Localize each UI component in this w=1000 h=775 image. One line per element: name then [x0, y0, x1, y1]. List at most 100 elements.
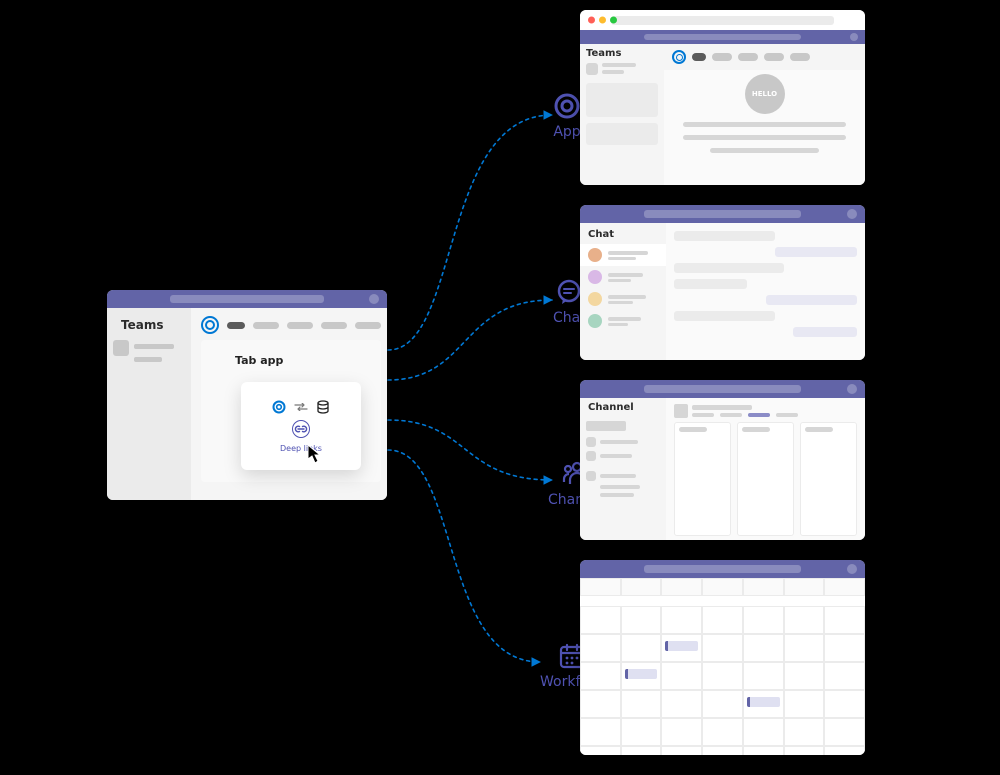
chat-row [580, 288, 666, 310]
calendar-cell [661, 718, 702, 746]
placeholder-line [134, 357, 162, 362]
calendar-cell [580, 662, 621, 690]
database-icon [316, 400, 330, 414]
calendar-cell [824, 634, 865, 662]
main-pane: Tab app [191, 308, 387, 500]
placeholder-square [586, 437, 596, 447]
channel-avatar [674, 404, 688, 418]
deep-links-card: Deep links [241, 382, 361, 470]
tab-placeholder [253, 322, 279, 329]
calendar-cell [621, 662, 662, 690]
calendar-header-cell [743, 578, 784, 596]
placeholder-pill [586, 421, 626, 431]
browser-titlebar [580, 10, 865, 30]
calendar-header-cell [702, 578, 743, 596]
connector-to-channel [388, 420, 552, 480]
placeholder-line [608, 323, 628, 326]
calendar-cell [702, 606, 743, 634]
placeholder-line [608, 301, 633, 304]
calendar-cell [702, 634, 743, 662]
calendar-cell [784, 634, 825, 662]
tab-strip [191, 308, 387, 338]
board-column [737, 422, 794, 536]
search-placeholder [170, 295, 324, 303]
panel-title: Tab app [201, 340, 381, 367]
calendar-cell [824, 662, 865, 690]
placeholder-block [586, 83, 658, 117]
tab-active [227, 322, 245, 329]
placeholder-line [600, 440, 638, 444]
channel-content [666, 398, 865, 540]
avatar [588, 248, 602, 262]
calendar-cell [661, 662, 702, 690]
avatar [588, 292, 602, 306]
calendar-cell [661, 746, 702, 755]
channel-window: Channel [580, 380, 865, 540]
sidebar: Teams [580, 44, 664, 185]
calendar-cell [784, 746, 825, 755]
target-app-label: App [553, 124, 580, 140]
placeholder-line [600, 454, 632, 458]
connector-to-workflow [388, 450, 540, 662]
calendar-cell [824, 606, 865, 634]
channel-list: Channel [580, 398, 666, 540]
board-columns [674, 422, 857, 536]
message-bubble-me [766, 295, 858, 305]
calendar-cell [661, 634, 702, 662]
avatar-dot [369, 294, 379, 304]
app-ring-icon [272, 400, 286, 414]
placeholder-line [679, 427, 707, 432]
calendar-cell [621, 606, 662, 634]
placeholder-line [608, 273, 643, 277]
placeholder-line [600, 493, 634, 497]
avatar-dot [847, 564, 857, 574]
calendar-cell [784, 690, 825, 718]
message-thread [666, 223, 865, 360]
chat-row-active [580, 244, 666, 266]
connector-to-chat [388, 300, 552, 380]
app-ring-icon [672, 50, 686, 64]
placeholder-line [600, 474, 636, 478]
avatar [588, 314, 602, 328]
message-bubble-me [775, 247, 857, 257]
sidebar-title: Teams [586, 48, 658, 59]
placeholder-line [608, 257, 636, 260]
diagram-stage: App Chat Channel [0, 0, 1000, 775]
placeholder-line [602, 70, 624, 74]
board-column [800, 422, 857, 536]
tab-placeholder [776, 413, 798, 417]
titlebar [580, 205, 865, 223]
calendar-cell [743, 690, 784, 718]
calendar-grid [580, 578, 865, 755]
card-icon-row [272, 400, 330, 414]
message-bubble [674, 279, 747, 289]
placeholder-square [586, 471, 596, 481]
message-bubble [674, 311, 775, 321]
link-icon [287, 420, 315, 438]
avatar [588, 270, 602, 284]
tab-placeholder [712, 53, 732, 61]
calendar-cell [702, 718, 743, 746]
hello-badge: HELLO [745, 74, 785, 114]
chat-row [580, 310, 666, 332]
calendar-cell [621, 690, 662, 718]
team-avatar-placeholder [113, 340, 129, 356]
titlebar [107, 290, 387, 308]
source-teams-window: Teams [107, 290, 387, 500]
calendar-cell [621, 746, 662, 755]
calendar-cell [580, 690, 621, 718]
placeholder-line [608, 317, 641, 321]
tab-app-panel: Tab app [201, 340, 381, 482]
hello-text: HELLO [752, 90, 777, 98]
placeholder-line [602, 63, 636, 67]
placeholder-square [586, 451, 596, 461]
calendar-event [747, 697, 780, 707]
board-column [674, 422, 731, 536]
calendar-event [625, 669, 658, 679]
calendar-cell [580, 634, 621, 662]
titlebar [580, 560, 865, 578]
search-placeholder [644, 210, 801, 218]
placeholder-line [608, 251, 648, 255]
calendar-cell [743, 606, 784, 634]
calendar-event [665, 641, 698, 651]
